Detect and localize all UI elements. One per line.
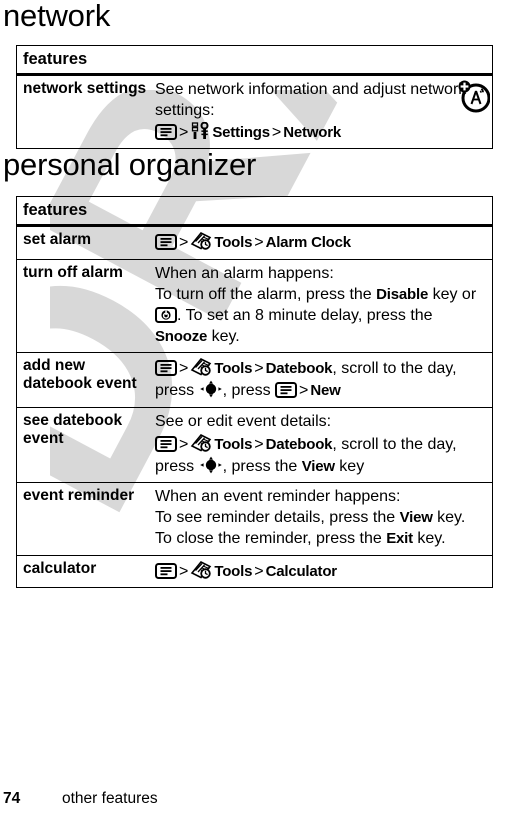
table-header-features: features — [16, 196, 153, 228]
softkey-label-disable: Disable — [376, 285, 429, 303]
page-title-personal-organizer: personal organizer — [3, 147, 257, 183]
menu-path: > Tools > Calculator — [155, 560, 484, 583]
path-separator: > — [179, 360, 189, 378]
path-segment-tools: Tools — [214, 234, 253, 252]
table-header-spacer — [153, 45, 493, 76]
softkey-label-view: View — [399, 509, 433, 527]
table-header-features: features — [16, 45, 153, 76]
feature-name-set-alarm: set alarm — [16, 225, 153, 261]
description-text: See or edit event details: — [155, 412, 332, 430]
instruction-text: To see reminder details, press the — [155, 509, 400, 527]
instruction-text: key or — [428, 285, 477, 303]
instruction-text: , press the — [222, 457, 302, 475]
softkey-label-snooze: Snooze — [155, 327, 208, 345]
path-separator: > — [179, 562, 189, 580]
manual-page: network features network settings See ne… — [0, 0, 508, 589]
table-row: turn off alarm When an alarm happens: To… — [16, 259, 493, 354]
menu-key-icon — [155, 562, 177, 579]
feature-name-network-settings: network settings — [16, 74, 153, 150]
menu-path: > Settings > Network — [155, 121, 484, 144]
instruction-text: key — [334, 457, 365, 475]
path-segment-tools: Tools — [214, 360, 253, 378]
organizer-features-table-wrap: features set alarm > Tools > Alarm Clock… — [0, 196, 508, 589]
tools-icon — [190, 357, 214, 377]
footer-section-label: other features — [62, 790, 158, 807]
path-separator: > — [299, 382, 309, 400]
menu-key-icon — [155, 234, 177, 251]
table-header-spacer — [153, 196, 493, 228]
table-row: add new datebook event > Tools > Dateboo… — [16, 352, 493, 408]
network-settings-icon — [458, 79, 491, 120]
description-text: To see reminder details, press the View … — [155, 508, 484, 550]
feature-description-add-new-datebook-event: > Tools > Datebook, scroll to the day, pre… — [153, 352, 493, 408]
path-segment-calculator: Calculator — [265, 562, 338, 580]
instruction-text: key. — [207, 327, 240, 345]
feature-name-turn-off-alarm: turn off alarm — [16, 259, 153, 354]
description-text: When an alarm happens: — [155, 265, 334, 283]
tools-icon — [190, 560, 214, 579]
path-separator: > — [179, 123, 189, 141]
path-separator: > — [254, 234, 264, 252]
navigation-key-icon — [199, 456, 223, 474]
tools-icon — [190, 433, 214, 452]
path-separator: > — [271, 123, 282, 141]
feature-name-calculator: calculator — [16, 555, 153, 589]
menu-path: > Tools > Alarm Clock — [155, 231, 484, 254]
table-header-row: features — [16, 45, 493, 76]
network-features-table: features network settings See network in… — [16, 45, 493, 150]
navigation-key-icon — [199, 380, 223, 398]
menu-path: > Tools > Datebook, scroll to the day, pre… — [155, 433, 484, 478]
path-segment-new: New — [310, 382, 341, 400]
table-row: set alarm > Tools > Alarm Clock — [16, 225, 493, 261]
feature-name-event-reminder: event reminder — [16, 482, 153, 556]
table-row: event reminder When an event reminder ha… — [16, 482, 493, 556]
description-text: To turn off the alarm, press the Disable… — [155, 285, 484, 347]
feature-description-event-reminder: When an event reminder happens: To see r… — [153, 482, 493, 556]
path-segment-network: Network — [283, 123, 342, 141]
path-separator: > — [179, 435, 189, 453]
page-number: 74 — [3, 790, 21, 807]
feature-description-network-settings: See network information and adjust netwo… — [153, 74, 493, 150]
path-segment-tools: Tools — [214, 562, 253, 580]
path-segment-alarm-clock: Alarm Clock — [265, 234, 352, 252]
feature-description-calculator: > Tools > Calculator — [153, 555, 493, 589]
menu-key-icon — [155, 360, 177, 377]
menu-key-icon — [155, 435, 177, 452]
description-text: When an event reminder happens: — [155, 488, 401, 506]
table-row: network settings See network information… — [16, 74, 493, 150]
table-row: see datebook event See or edit event det… — [16, 407, 493, 484]
path-segment-settings: Settings — [212, 123, 270, 141]
path-separator: > — [254, 562, 264, 580]
instruction-text: key. — [412, 529, 446, 547]
feature-description-see-datebook-event: See or edit event details: > Tools > Dat… — [153, 407, 493, 484]
path-separator: > — [254, 360, 264, 378]
page-title-network: network — [3, 0, 111, 33]
path-segment-tools: Tools — [214, 435, 253, 453]
table-row: calculator > Tools > Calculator — [16, 555, 493, 589]
organizer-features-table: features set alarm > Tools > Alarm Clock… — [16, 196, 493, 589]
feature-name-add-new-datebook-event: add new datebook event — [16, 352, 153, 408]
description-text: See network information and adjust netwo… — [155, 80, 467, 119]
menu-path: > Tools > Datebook, scroll to the day, pre… — [155, 357, 484, 402]
power-key-icon — [155, 306, 177, 323]
instruction-text: . To set an 8 minute delay, press the — [177, 306, 433, 324]
instruction-text: To turn off the alarm, press the — [155, 285, 377, 303]
feature-description-set-alarm: > Tools > Alarm Clock — [153, 225, 493, 261]
tools-icon — [190, 231, 214, 251]
path-segment-datebook: Datebook — [265, 435, 333, 453]
network-features-table-wrap: features network settings See network in… — [0, 45, 508, 150]
path-segment-datebook: Datebook — [265, 360, 333, 378]
softkey-label-exit: Exit — [386, 529, 413, 547]
table-header-row: features — [16, 196, 493, 228]
instruction-text: , press — [222, 382, 276, 400]
menu-key-icon — [155, 123, 177, 140]
menu-key-icon — [275, 382, 298, 399]
settings-tools-icon — [190, 121, 212, 140]
feature-name-see-datebook-event: see datebook event — [16, 407, 153, 484]
path-separator: > — [179, 234, 189, 252]
softkey-label-view: View — [301, 457, 335, 475]
feature-description-turn-off-alarm: When an alarm happens: To turn off the a… — [153, 259, 493, 354]
path-separator: > — [254, 435, 264, 453]
